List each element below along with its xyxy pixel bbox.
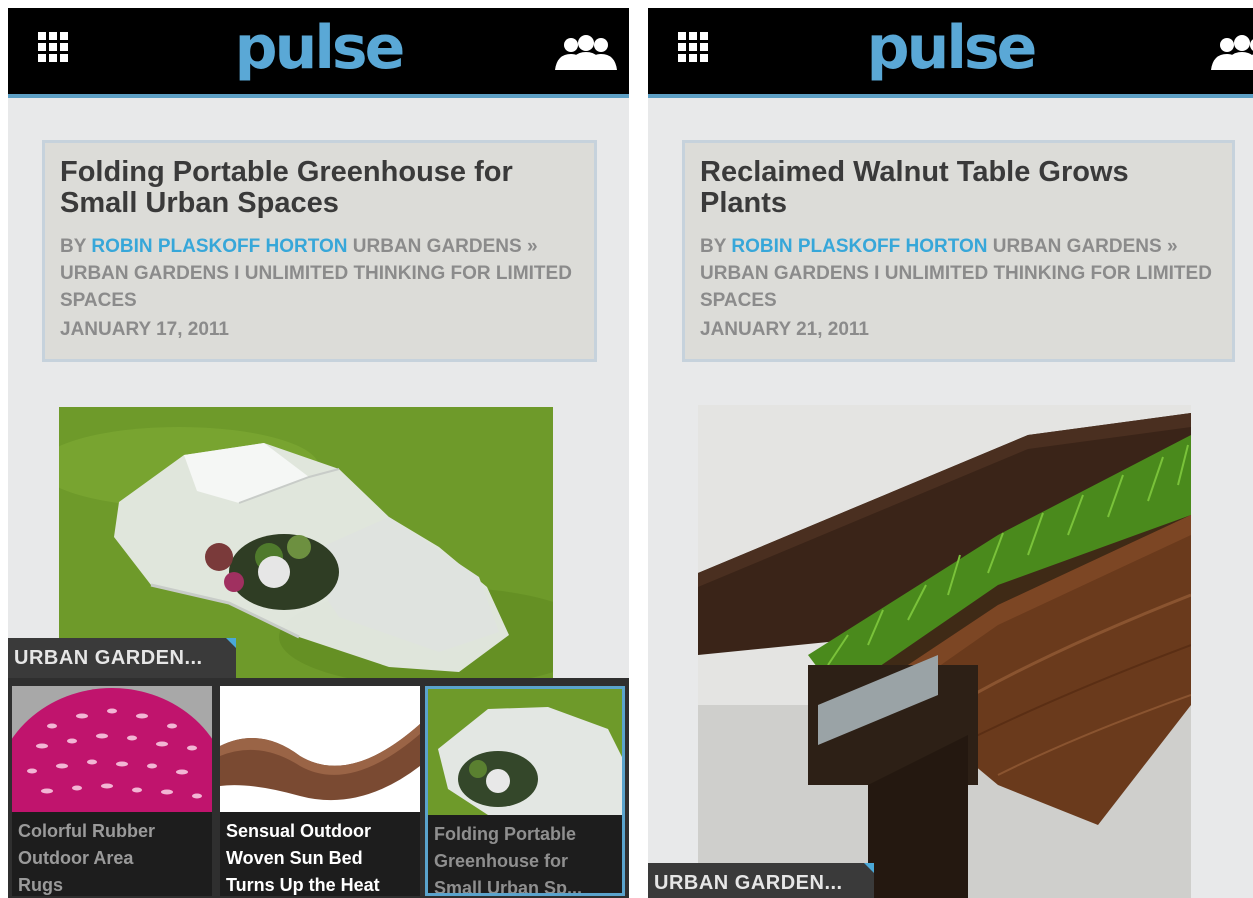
phone-screen-left: pulse Folding Portable Greenhouse for Sm… bbox=[8, 8, 629, 898]
author-link[interactable]: ROBIN PLASKOFF HORTON bbox=[731, 236, 987, 257]
thumbnail-caption: Sensual Outdoor Woven Sun Bed Turns Up t… bbox=[220, 812, 420, 896]
article-date: JANUARY 21, 2011 bbox=[700, 319, 869, 340]
thumbnail-caption: Folding Portable Greenhouse for Small Ur… bbox=[428, 815, 622, 893]
tab-corner-marker bbox=[226, 638, 236, 648]
category-tab[interactable]: URBAN GARDEN... bbox=[8, 638, 236, 678]
article-date: JANUARY 17, 2011 bbox=[60, 319, 229, 340]
thumbnail-caption: Colorful Rubber Outdoor Area Rugs bbox=[12, 812, 212, 896]
people-icon[interactable] bbox=[551, 34, 621, 72]
article-header: Folding Portable Greenhouse for Small Ur… bbox=[42, 140, 597, 362]
article-title: Folding Portable Greenhouse for Small Ur… bbox=[60, 156, 513, 219]
byline-prefix: BY bbox=[60, 236, 87, 257]
article-header: Reclaimed Walnut Table Grows Plants BY R… bbox=[682, 140, 1235, 362]
thumbnail-card[interactable]: Colorful Rubber Outdoor Area Rugs bbox=[12, 686, 212, 896]
category-tab[interactable]: URBAN GARDEN... bbox=[648, 863, 874, 898]
article-byline: BY ROBIN PLASKOFF HORTON URBAN GARDENS »… bbox=[700, 233, 1218, 314]
top-bar: pulse bbox=[648, 8, 1253, 98]
thumbnail-card-selected[interactable]: Folding Portable Greenhouse for Small Ur… bbox=[425, 686, 625, 896]
byline-prefix: BY bbox=[700, 236, 727, 257]
thumbnail-strip: Colorful Rubber Outdoor Area Rugs Sensua… bbox=[8, 678, 629, 898]
tab-corner-marker bbox=[864, 863, 874, 873]
sun-bed-thumbnail bbox=[220, 686, 420, 812]
article-byline: BY ROBIN PLASKOFF HORTON URBAN GARDENS »… bbox=[60, 233, 580, 314]
author-link[interactable]: ROBIN PLASKOFF HORTON bbox=[91, 236, 347, 257]
pulse-logo: pulse bbox=[234, 13, 406, 83]
rubber-rug-thumbnail bbox=[12, 686, 212, 812]
category-tab-label: URBAN GARDEN... bbox=[654, 872, 843, 894]
phone-screen-right: pulse Reclaimed Walnut Table Grows Plant… bbox=[648, 8, 1253, 898]
greenhouse-thumbnail bbox=[428, 689, 622, 815]
article-title: Reclaimed Walnut Table Grows Plants bbox=[700, 156, 1129, 219]
category-tab-label: URBAN GARDEN... bbox=[14, 647, 203, 669]
pulse-logo: pulse bbox=[866, 13, 1038, 83]
people-icon[interactable] bbox=[1207, 34, 1253, 72]
walnut-table-photo bbox=[698, 405, 1191, 898]
thumbnail-card[interactable]: Sensual Outdoor Woven Sun Bed Turns Up t… bbox=[220, 686, 420, 896]
top-bar: pulse bbox=[8, 8, 629, 98]
